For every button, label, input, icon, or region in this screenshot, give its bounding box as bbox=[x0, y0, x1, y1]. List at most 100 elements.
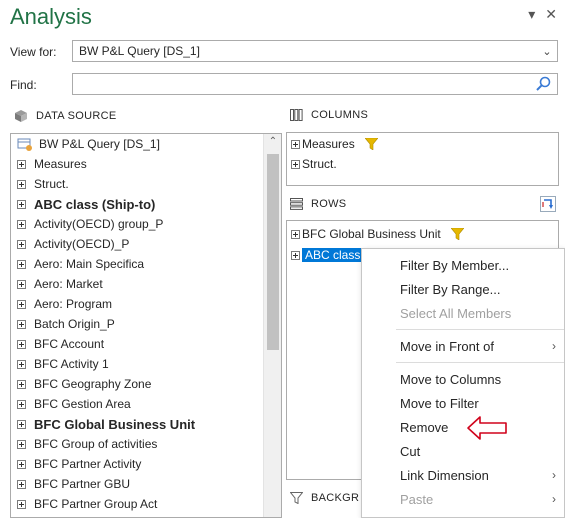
tree-item[interactable]: Batch Origin_P bbox=[11, 314, 263, 334]
menu-item-filter-by-range[interactable]: Filter By Range... bbox=[362, 277, 564, 301]
chevron-down-icon[interactable]: ⌄ bbox=[537, 45, 557, 58]
menu-item-link-dimension[interactable]: Link Dimension › bbox=[362, 463, 564, 487]
tree-item[interactable]: Activity(OECD) group_P bbox=[11, 214, 263, 234]
expand-icon[interactable] bbox=[17, 359, 26, 369]
query-icon bbox=[17, 138, 32, 151]
expand-icon[interactable] bbox=[17, 299, 26, 309]
tree-item-label: Activity(OECD)_P bbox=[34, 237, 130, 251]
columns-item-label: Measures bbox=[302, 137, 355, 151]
search-icon[interactable] bbox=[535, 76, 551, 92]
rows-title: ROWS bbox=[311, 198, 347, 210]
tree-root-label: BW P&L Query [DS_1] bbox=[39, 137, 160, 151]
rows-item[interactable]: BFC Global Business Unit bbox=[287, 223, 558, 245]
tree-item[interactable]: ABC class (Ship-to) bbox=[11, 194, 263, 214]
tree-item-label: BFC Global Business Unit bbox=[34, 416, 196, 432]
expand-icon[interactable] bbox=[291, 250, 300, 260]
rows-header: ROWS bbox=[290, 198, 346, 210]
annotation-arrow-icon bbox=[467, 416, 507, 440]
columns-item[interactable]: Measures bbox=[287, 134, 558, 154]
menu-item-paste[interactable]: Paste › bbox=[362, 487, 564, 511]
expand-icon[interactable] bbox=[17, 159, 26, 169]
tree-item-label: BFC Gestion Area bbox=[34, 397, 131, 411]
rows-item-label: BFC Global Business Unit bbox=[302, 227, 441, 241]
menu-item-remove[interactable]: Remove bbox=[362, 415, 564, 439]
tree-item[interactable]: BFC Gestion Area bbox=[11, 394, 263, 414]
expand-icon[interactable] bbox=[17, 399, 26, 409]
expand-icon[interactable] bbox=[17, 239, 26, 249]
tree-item[interactable]: BFC Partner Activity bbox=[11, 454, 263, 474]
tree-scrollbar[interactable]: ⌃ bbox=[263, 134, 281, 517]
tree-item[interactable]: Aero: Main Specifica bbox=[11, 254, 263, 274]
tree-item[interactable]: Aero: Program bbox=[11, 294, 263, 314]
tree-item-label: Measures bbox=[34, 157, 87, 171]
data-source-tree[interactable]: BW P&L Query [DS_1] Measures Struct. ABC c… bbox=[10, 133, 282, 518]
chevron-right-icon: › bbox=[552, 339, 556, 353]
expand-icon[interactable] bbox=[17, 419, 26, 429]
tree-item[interactable]: BFC Global Business Unit bbox=[11, 414, 263, 434]
menu-item-move-in-front-of[interactable]: Move in Front of › bbox=[362, 334, 564, 358]
swap-axes-icon[interactable] bbox=[540, 196, 556, 212]
tree-item[interactable]: BFC Activity 1 bbox=[11, 354, 263, 374]
tree-item-label: BFC Partner Activity bbox=[34, 457, 142, 471]
scrollbar-thumb[interactable] bbox=[267, 154, 279, 350]
expand-icon[interactable] bbox=[17, 439, 26, 449]
menu-item-select-all-members[interactable]: Select All Members bbox=[362, 301, 564, 325]
tree-item[interactable]: Activity(OECD)_P bbox=[11, 234, 263, 254]
expand-icon[interactable] bbox=[17, 259, 26, 269]
tree-item-label: Aero: Program bbox=[34, 297, 113, 311]
menu-item-move-to-columns[interactable]: Move to Columns bbox=[362, 367, 564, 391]
close-icon[interactable]: ✕ bbox=[545, 6, 557, 23]
tree-item[interactable]: Aero: Market bbox=[11, 274, 263, 294]
expand-icon[interactable] bbox=[17, 379, 26, 389]
context-menu: Filter By Member... Filter By Range... S… bbox=[361, 248, 565, 518]
rows-icon bbox=[290, 198, 303, 210]
data-source-title: DATA SOURCE bbox=[36, 110, 117, 122]
tree-item-label: BFC Geography Zone bbox=[34, 377, 152, 391]
expand-icon[interactable] bbox=[17, 279, 26, 289]
expand-icon[interactable] bbox=[17, 219, 26, 229]
tree-item[interactable]: BFC Geography Zone bbox=[11, 374, 263, 394]
tree-item-label: BFC Activity 1 bbox=[34, 357, 109, 371]
menu-item-filter-by-member[interactable]: Filter By Member... bbox=[362, 253, 564, 277]
menu-item-cut[interactable]: Cut bbox=[362, 439, 564, 463]
columns-panel[interactable]: Measures Struct. bbox=[286, 132, 559, 186]
tree-item-label: Aero: Market bbox=[34, 277, 103, 291]
expand-icon[interactable] bbox=[17, 479, 26, 489]
view-for-value: BW P&L Query [DS_1] bbox=[79, 44, 200, 58]
tree-item-label: Batch Origin_P bbox=[34, 317, 115, 331]
expand-icon[interactable] bbox=[17, 499, 26, 509]
expand-icon[interactable] bbox=[17, 339, 26, 349]
view-for-label: View for: bbox=[10, 45, 57, 59]
scroll-up-icon[interactable]: ⌃ bbox=[264, 136, 281, 147]
tree-item-label: Struct. bbox=[34, 177, 69, 191]
tree-item[interactable]: BFC Partner GBU bbox=[11, 474, 263, 494]
expand-icon[interactable] bbox=[291, 229, 300, 239]
background-header: BACKGR bbox=[290, 492, 359, 504]
menu-separator bbox=[396, 362, 564, 363]
menu-item-move-to-filter[interactable]: Move to Filter bbox=[362, 391, 564, 415]
expand-icon[interactable] bbox=[17, 319, 26, 329]
panel-title: Analysis bbox=[10, 4, 92, 29]
tree-item[interactable]: Measures bbox=[11, 154, 263, 174]
chevron-right-icon: › bbox=[552, 492, 556, 506]
tree-item[interactable]: BFC Group of activities bbox=[11, 434, 263, 454]
menu-separator bbox=[396, 329, 564, 330]
tree-item-label: BFC Account bbox=[34, 337, 105, 351]
tree-item[interactable]: Struct. bbox=[11, 174, 263, 194]
columns-item[interactable]: Struct. bbox=[287, 154, 558, 174]
expand-icon[interactable] bbox=[17, 179, 26, 189]
expand-icon[interactable] bbox=[291, 139, 300, 149]
expand-icon[interactable] bbox=[291, 159, 300, 169]
tree-root[interactable]: BW P&L Query [DS_1] bbox=[11, 134, 263, 154]
expand-icon[interactable] bbox=[17, 199, 26, 209]
cube-icon bbox=[15, 110, 27, 122]
tree-item[interactable]: BFC Partner Group Act bbox=[11, 494, 263, 514]
tree-item[interactable]: BFC Account bbox=[11, 334, 263, 354]
chevron-right-icon: › bbox=[552, 468, 556, 482]
view-for-select[interactable]: BW P&L Query [DS_1] ⌄ bbox=[72, 40, 558, 62]
chevron-down-icon[interactable]: ▾ bbox=[528, 6, 535, 23]
filter-icon bbox=[450, 228, 464, 240]
find-input[interactable] bbox=[72, 73, 558, 95]
columns-title: COLUMNS bbox=[311, 109, 369, 121]
expand-icon[interactable] bbox=[17, 459, 26, 469]
